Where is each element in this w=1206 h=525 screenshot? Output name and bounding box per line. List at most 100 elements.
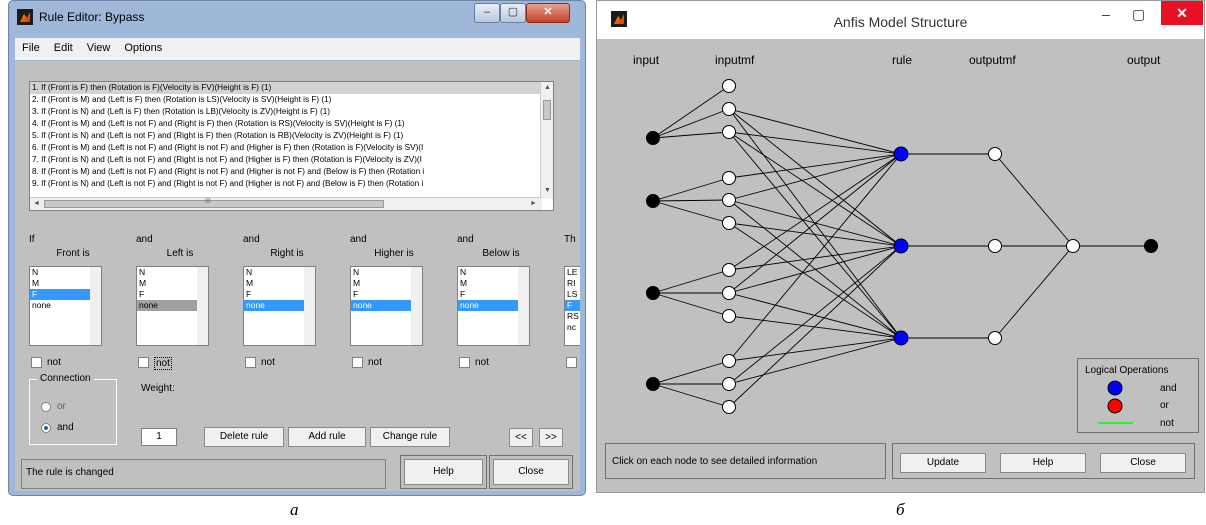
mf-item[interactable]: none [30,300,91,311]
rule-item[interactable]: 2. If (Front is M) and (Left is F) then … [30,94,553,106]
mf-item[interactable]: N [137,267,198,278]
inputmf-node [722,216,736,230]
output-node [1144,239,1158,253]
input-node [646,286,660,300]
menu-view[interactable]: View [80,38,118,58]
scroll-up-icon[interactable]: ▲ [544,84,551,91]
mf-item[interactable]: none [244,300,305,311]
window-title: Rule Editor: Bypass [39,10,145,24]
help-button[interactable]: Help [1000,453,1086,473]
menu-edit[interactable]: Edit [47,38,80,58]
mf-list-scrollbar[interactable] [304,267,315,345]
vertical-scroll-thumb[interactable] [543,100,551,120]
status-text: Click on each node to see detailed infor… [605,443,886,479]
legend-and-label: and [1160,383,1177,394]
mf-list-rotation[interactable]: LE RI LS F RS nc [564,266,580,346]
mf-list-scrollbar[interactable] [411,267,422,345]
mf-item[interactable]: LE [565,267,580,278]
inputmf-node [722,377,736,391]
scroll-right-icon[interactable]: ► [530,200,537,207]
rule-item[interactable]: 9. If (Front is N) and (Left is not F) a… [30,178,553,190]
matlab-icon [17,9,33,25]
mf-list-higher[interactable]: N M F none [350,266,423,346]
mf-list-below[interactable]: N M F none [457,266,530,346]
mf-item[interactable]: F [458,289,519,300]
mf-list-left[interactable]: N M F none [136,266,209,346]
legend-or-symbol [1107,398,1123,414]
rule-list-horizontal-scrollbar[interactable]: ◄ III ► [30,197,542,210]
mf-item[interactable]: M [351,278,412,289]
mf-item[interactable]: F [244,289,305,300]
add-rule-button[interactable]: Add rule [288,427,366,447]
menu-options[interactable]: Options [117,38,169,58]
mf-item[interactable]: F [30,289,91,300]
rule-node [893,330,909,346]
mf-item[interactable]: M [458,278,519,289]
update-button[interactable]: Update [900,453,986,473]
rule-list[interactable]: 1. If (Front is F) then (Rotation is F)(… [29,81,554,211]
var-label-below: Below is [482,248,520,259]
mf-item[interactable]: F [137,289,198,300]
rule-list-vertical-scrollbar[interactable]: ▲ ▼ [540,82,553,199]
mf-item[interactable]: RS [565,311,580,322]
rule-item[interactable]: 7. If (Front is N) and (Left is not F) a… [30,154,553,166]
not-checkbox[interactable] [31,357,42,368]
mf-item[interactable]: nc [565,322,580,333]
conj-then: Th [564,234,576,245]
scroll-down-icon[interactable]: ▼ [544,187,551,194]
mf-item[interactable]: none [458,300,519,311]
close-window-button[interactable]: ✕ [526,3,570,23]
mf-item[interactable]: N [30,267,91,278]
mf-item[interactable]: N [244,267,305,278]
delete-rule-button[interactable]: Delete rule [204,427,284,447]
not-label: not [154,357,172,370]
rule-item[interactable]: 4. If (Front is M) and (Left is not F) a… [30,118,553,130]
mf-list-right[interactable]: N M F none [243,266,316,346]
conj-and: and [243,234,260,245]
horizontal-scroll-thumb[interactable]: III [44,198,384,208]
radio-or[interactable] [41,402,51,412]
mf-list-scrollbar[interactable] [90,267,101,345]
help-button[interactable]: Help [404,459,483,485]
minimize-button[interactable]: – [474,3,500,23]
mf-item[interactable]: M [137,278,198,289]
button-panel: Update Help Close [892,443,1195,479]
weight-input[interactable]: 1 [141,428,177,446]
not-label: not [368,357,382,368]
mf-item[interactable]: RI [565,278,580,289]
conj-and: and [136,234,153,245]
close-button[interactable]: Close [1100,453,1186,473]
maximize-button[interactable]: ▢ [500,3,526,23]
scroll-left-icon[interactable]: ◄ [33,200,40,207]
mf-list-front[interactable]: N M F none [29,266,102,346]
mf-list-scrollbar[interactable] [197,267,208,345]
not-checkbox[interactable] [138,357,149,368]
radio-and[interactable] [41,423,51,433]
prev-button[interactable]: << [509,428,533,447]
rule-item[interactable]: 6. If (Front is M) and (Left is not F) a… [30,142,553,154]
mf-item[interactable]: none [137,300,198,311]
mf-item[interactable]: N [458,267,519,278]
mf-list-scrollbar[interactable] [518,267,529,345]
close-button[interactable]: Close [493,459,569,485]
mf-item[interactable]: none [351,300,412,311]
rule-item[interactable]: 5. If (Front is N) and (Left is not F) a… [30,130,553,142]
mf-item[interactable]: N [351,267,412,278]
mf-item[interactable]: F [565,300,580,311]
not-checkbox[interactable] [566,357,577,368]
mf-item[interactable]: LS [565,289,580,300]
next-button[interactable]: >> [539,428,563,447]
change-rule-button[interactable]: Change rule [370,427,450,447]
menu-file[interactable]: File [15,38,47,58]
not-checkbox[interactable] [245,357,256,368]
rule-item[interactable]: 8. If (Front is M) and (Left is not F) a… [30,166,553,178]
mf-item[interactable]: M [30,278,91,289]
not-checkbox[interactable] [459,357,470,368]
rule-item[interactable]: 1. If (Front is F) then (Rotation is F)(… [30,82,553,94]
not-checkbox[interactable] [352,357,363,368]
radio-and-label: and [57,422,74,433]
inputmf-node [722,125,736,139]
mf-item[interactable]: F [351,289,412,300]
rule-item[interactable]: 3. If (Front is N) and (Left is F) then … [30,106,553,118]
mf-item[interactable]: M [244,278,305,289]
